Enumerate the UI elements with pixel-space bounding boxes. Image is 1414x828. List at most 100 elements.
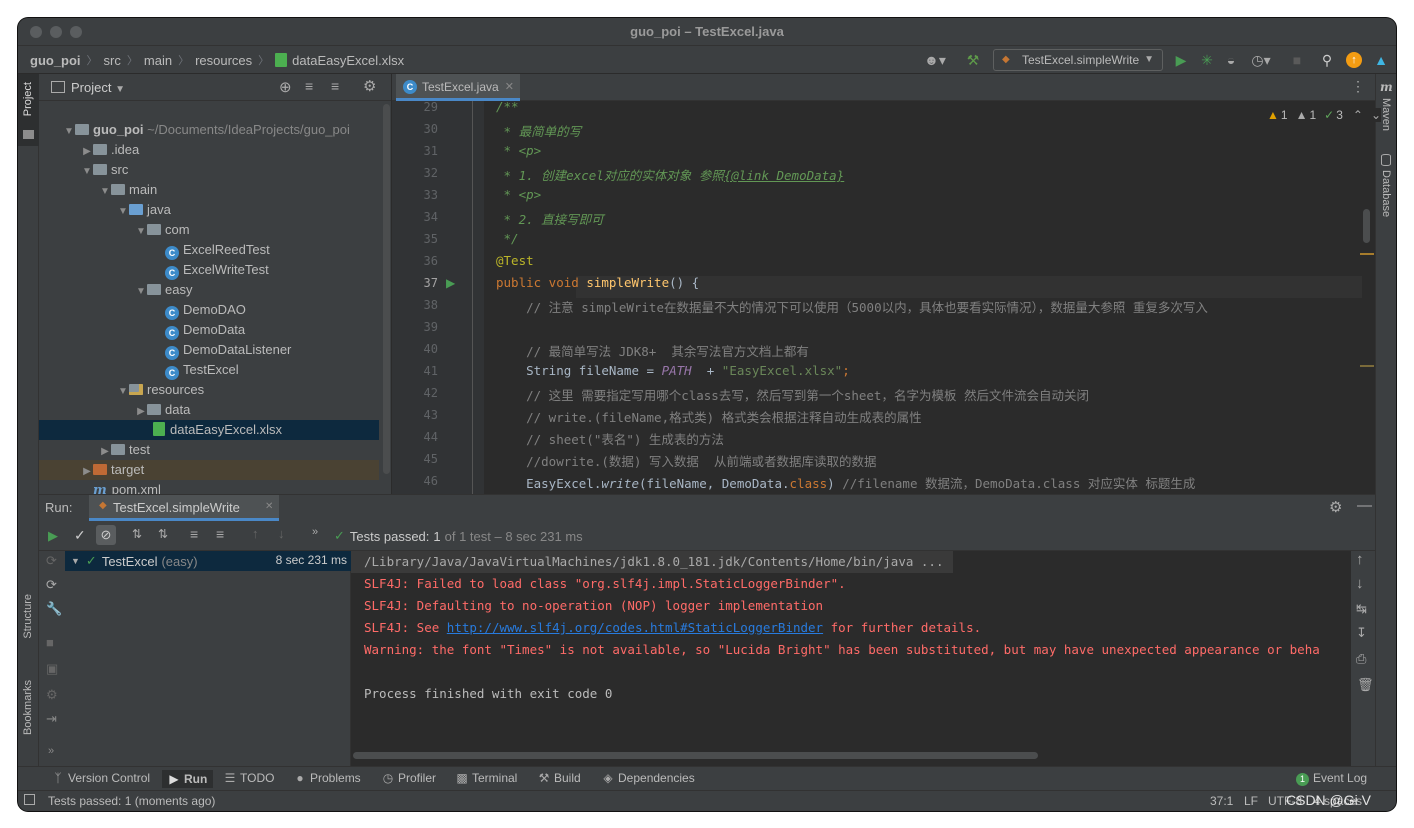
- breadcrumb-main[interactable]: main: [144, 53, 172, 68]
- tab-testexcel-java[interactable]: C TestExcel.java ✕: [396, 74, 520, 101]
- tool-event-log[interactable]: 1 Event Log: [1296, 771, 1367, 786]
- sort-alpha-icon[interactable]: ⇅: [132, 527, 142, 541]
- tool-build[interactable]: ⚒ Build: [538, 771, 581, 785]
- tree-item-demodata[interactable]: C DemoData: [39, 320, 379, 340]
- updates-icon[interactable]: ↑: [1346, 52, 1362, 68]
- branch-icon: ᛉ: [54, 771, 62, 785]
- run-test-gutter-icon[interactable]: ▶: [446, 276, 455, 290]
- toggle-autotest-icon[interactable]: ⟳: [46, 577, 57, 593]
- expand-all-icon[interactable]: ≡: [305, 78, 313, 94]
- structure-tool-window-button[interactable]: Structure: [22, 594, 34, 639]
- tree-item-excelwritetest[interactable]: C ExcelWriteTest: [39, 260, 379, 280]
- tool-problems[interactable]: ● Problems: [294, 771, 360, 785]
- wrench-icon[interactable]: 🔧: [46, 601, 62, 617]
- tree-item-test[interactable]: ▶ test: [39, 440, 379, 460]
- console-output[interactable]: /Library/Java/JavaVirtualMachines/jdk1.8…: [351, 551, 1351, 767]
- tree-item-main[interactable]: ▼ main: [39, 180, 379, 200]
- tree-item-testexcel[interactable]: C TestExcel: [39, 360, 379, 380]
- tree-item-demodao[interactable]: C DemoDAO: [39, 300, 379, 320]
- test-result-item[interactable]: ▼ ✓ TestExcel (easy) 8 sec 231 ms: [65, 551, 351, 571]
- tree-item-target[interactable]: ▶ target: [39, 460, 379, 480]
- print-icon[interactable]: ⎙: [1356, 651, 1366, 667]
- slf4j-link[interactable]: http://www.slf4j.org/codes.html#StaticLo…: [447, 620, 823, 635]
- rerun-failed-icon[interactable]: ⟳: [46, 553, 57, 569]
- expand-all-icon[interactable]: ≡: [190, 526, 198, 542]
- minimize-icon[interactable]: —: [1357, 497, 1372, 514]
- run-icon[interactable]: ▶: [1172, 51, 1190, 69]
- line-separator[interactable]: LF: [1244, 794, 1258, 808]
- build-hammer-icon[interactable]: ⚒: [964, 51, 982, 69]
- previous-failed-icon[interactable]: ↑: [252, 526, 259, 541]
- show-ignored-icon[interactable]: ⊘: [96, 525, 116, 545]
- project-view-select[interactable]: Project ▼: [71, 80, 125, 95]
- soft-wrap-icon[interactable]: ↹: [1356, 601, 1367, 617]
- breadcrumb-src[interactable]: src: [104, 53, 121, 68]
- debug-icon[interactable]: ✳: [1198, 51, 1216, 69]
- trash-icon[interactable]: 🗑: [1357, 677, 1374, 693]
- tool-dependencies[interactable]: ◈ Dependencies: [602, 771, 694, 785]
- more-tabs-icon[interactable]: ⋮: [1351, 78, 1365, 95]
- database-tool-window-button[interactable]: Database: [1380, 170, 1392, 217]
- console-horizontal-scrollbar[interactable]: [353, 752, 1038, 759]
- maven-tool-window-button[interactable]: Maven: [1380, 98, 1392, 131]
- chevron-down-icon: ⌄: [1370, 108, 1382, 122]
- gear-icon[interactable]: ⚙: [363, 77, 376, 95]
- caret-position[interactable]: 37:1: [1210, 794, 1233, 808]
- locate-file-icon[interactable]: ⊕: [279, 78, 292, 96]
- coverage-icon[interactable]: ◒: [1222, 51, 1240, 69]
- stop-icon[interactable]: ■: [1288, 51, 1306, 69]
- tool-terminal[interactable]: ▩ Terminal: [456, 771, 517, 785]
- tree-item-java[interactable]: ▼ java: [39, 200, 379, 220]
- tree-item-excelreedtest[interactable]: C ExcelReedTest: [39, 240, 379, 260]
- tool-version-control[interactable]: ᛉ Version Control: [52, 771, 150, 785]
- warning-marker[interactable]: [1360, 365, 1374, 367]
- tree-item-resources[interactable]: ▼ resources: [39, 380, 379, 400]
- collapse-all-icon[interactable]: ≡: [216, 526, 224, 542]
- stop-icon[interactable]: ■: [46, 635, 54, 650]
- tool-profiler[interactable]: ◷ Profiler: [382, 771, 436, 785]
- warning-marker[interactable]: [1360, 253, 1374, 255]
- close-tab-icon[interactable]: ✕: [505, 74, 514, 100]
- scroll-up-icon[interactable]: ↑: [1356, 551, 1364, 568]
- tree-item-easy[interactable]: ▼ easy: [39, 280, 379, 300]
- run-configuration-select[interactable]: ◆ TestExcel.simpleWrite ▼: [993, 49, 1163, 71]
- breadcrumb-project[interactable]: guo_poi: [30, 53, 81, 68]
- scroll-to-end-icon[interactable]: ↧: [1356, 625, 1367, 641]
- run-tab[interactable]: ◆ TestExcel.simpleWrite ✕: [89, 495, 279, 521]
- gear-icon[interactable]: ⚙: [1329, 498, 1342, 516]
- profile-icon[interactable]: ◷▾: [1246, 51, 1276, 69]
- class-icon: C: [165, 306, 179, 320]
- show-passed-icon[interactable]: ✓: [74, 527, 86, 544]
- tool-run[interactable]: ▶ Run: [162, 770, 214, 788]
- project-tool-window-button[interactable]: Project: [18, 74, 39, 146]
- collapse-all-icon[interactable]: ≡: [331, 78, 339, 94]
- more-actions-icon[interactable]: »: [312, 526, 318, 538]
- breadcrumb-resources[interactable]: resources: [195, 53, 252, 68]
- breadcrumb-file[interactable]: dataEasyExcel.xlsx: [292, 53, 404, 68]
- jetbrains-toolbox-icon[interactable]: ▲: [1372, 51, 1390, 69]
- tool-windows-toggle-icon[interactable]: [24, 794, 35, 805]
- camera-icon[interactable]: ▣: [46, 661, 58, 677]
- search-icon[interactable]: ⚲: [1318, 51, 1336, 69]
- tree-item-src[interactable]: ▼ src: [39, 160, 379, 180]
- tool-todo[interactable]: ☰ TODO: [224, 771, 275, 785]
- project-scrollbar[interactable]: [383, 104, 390, 474]
- exit-icon[interactable]: ⇥: [46, 711, 57, 727]
- editor-scrollbar[interactable]: [1363, 209, 1370, 243]
- vcs-user-icon[interactable]: ☻▾: [922, 51, 948, 69]
- rerun-icon[interactable]: ▶: [48, 528, 58, 544]
- sort-duration-icon[interactable]: ⇅: [158, 527, 168, 541]
- bookmarks-tool-window-button[interactable]: Bookmarks: [22, 680, 34, 735]
- tree-item-idea[interactable]: ▶ .idea: [39, 140, 379, 160]
- more-icon[interactable]: »: [48, 745, 54, 757]
- close-tab-icon[interactable]: ✕: [265, 501, 273, 512]
- tree-item-demodatalistener[interactable]: C DemoDataListener: [39, 340, 379, 360]
- tree-item-com[interactable]: ▼ com: [39, 220, 379, 240]
- settings-icon[interactable]: ⚙: [46, 687, 58, 703]
- tree-item-dataeasyexcel[interactable]: dataEasyExcel.xlsx: [39, 420, 379, 440]
- tree-item-root[interactable]: ▼ guo_poi ~/Documents/IdeaProjects/guo_po…: [39, 120, 379, 140]
- tree-item-data[interactable]: ▶ data: [39, 400, 379, 420]
- scroll-down-icon[interactable]: ↓: [1356, 575, 1364, 592]
- code-area[interactable]: /** * 最简单的写 * <p> * 1. 创建excel对应的实体对象 参照…: [484, 101, 1362, 494]
- next-failed-icon[interactable]: ↓: [278, 526, 285, 541]
